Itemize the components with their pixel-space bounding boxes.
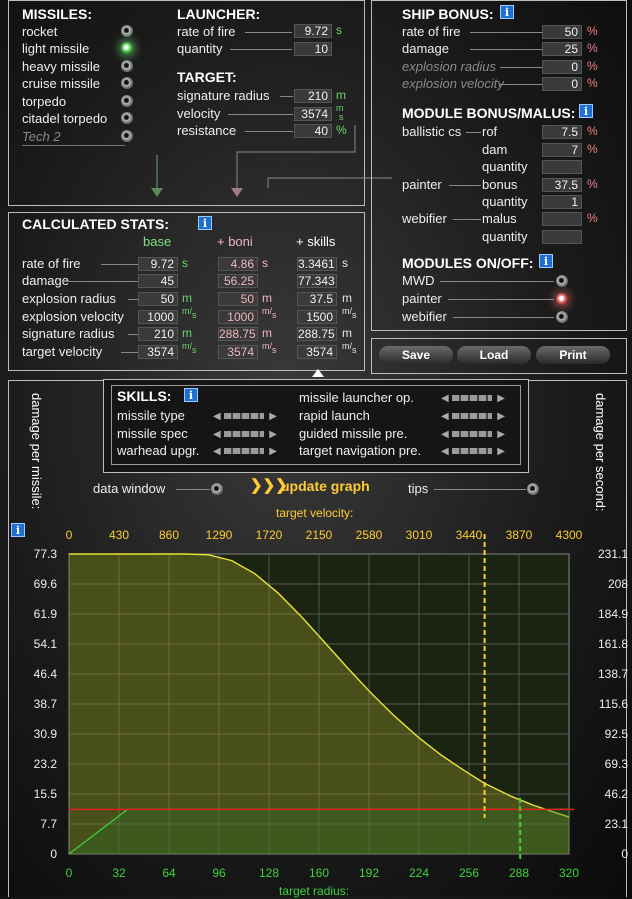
damage-graph[interactable]: [0, 0, 632, 897]
radius-area: [69, 809, 569, 854]
